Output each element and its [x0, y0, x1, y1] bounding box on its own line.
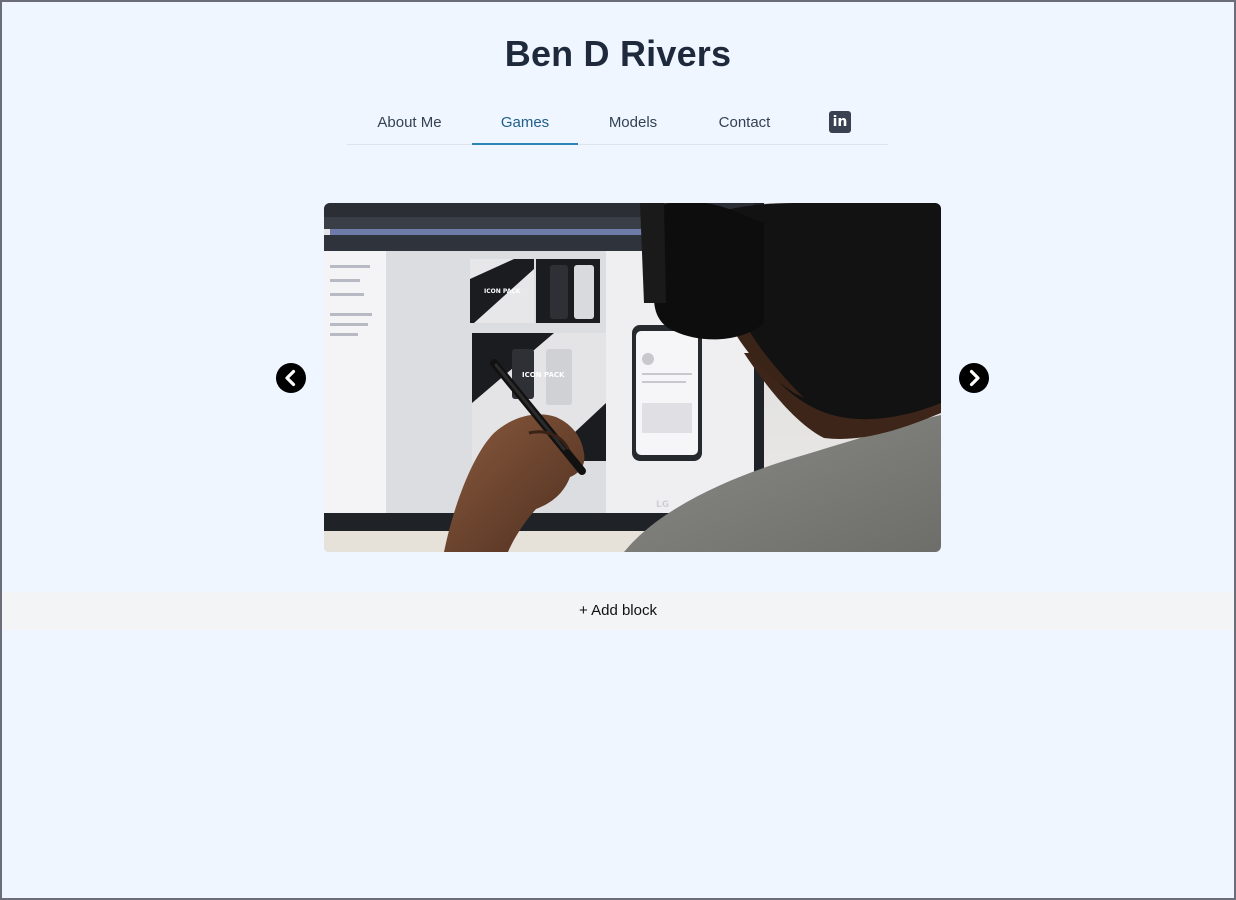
- monitor-logo: LG: [656, 500, 669, 510]
- site-title: Ben D Rivers: [504, 33, 732, 74]
- svg-text:ICON PACK: ICON PACK: [484, 288, 521, 295]
- chevron-right-icon: [969, 369, 980, 387]
- add-block-button[interactable]: + Add block: [2, 592, 1234, 630]
- nav-tab-contact[interactable]: Contact: [707, 101, 782, 144]
- carousel-image: ICON PACK ICON PACK LG: [324, 203, 941, 552]
- linkedin-icon[interactable]: in: [829, 111, 851, 133]
- carousel-photo: ICON PACK ICON PACK LG: [324, 203, 941, 552]
- chevron-left-icon: [285, 369, 296, 387]
- main-nav: About Me Games Models Contact in: [347, 101, 888, 145]
- nav-tab-models[interactable]: Models: [597, 101, 669, 144]
- carousel-next-button[interactable]: [959, 363, 989, 393]
- screen-text: ICON PACK: [522, 371, 565, 379]
- nav-tab-about-me[interactable]: About Me: [365, 101, 454, 144]
- nav-tab-games[interactable]: Games: [472, 101, 578, 145]
- carousel-prev-button[interactable]: [276, 363, 306, 393]
